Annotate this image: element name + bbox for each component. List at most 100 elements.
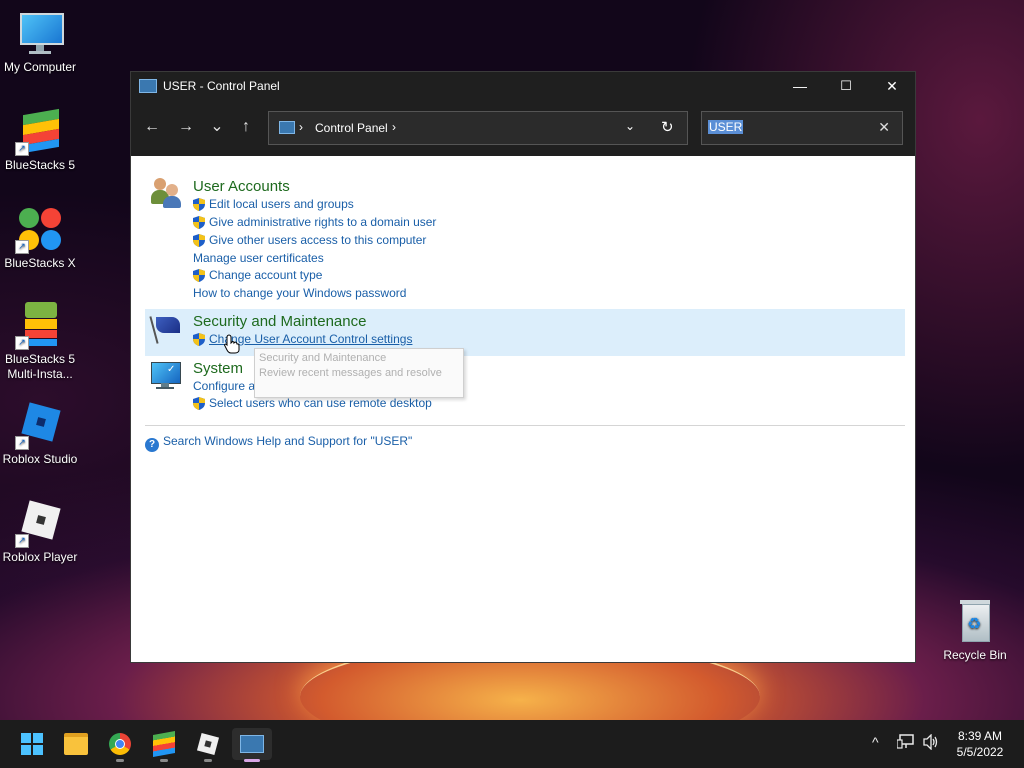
taskbar-control-panel[interactable]	[232, 728, 272, 762]
bluestacks-multi-icon: ↗	[15, 302, 63, 350]
desktop-icon-recycle-bin[interactable]: ♻ Recycle Bin	[935, 598, 1015, 663]
link-change-windows-password[interactable]: How to change your Windows password	[193, 286, 406, 300]
uac-shield-icon	[193, 333, 205, 346]
taskbar-bluestacks[interactable]	[144, 728, 184, 762]
volume-icon[interactable]	[922, 733, 940, 753]
tooltip-title: Security and Maintenance	[259, 352, 387, 364]
desktop-icon-bluestacks-x[interactable]: ↗ BlueStacks X	[0, 206, 80, 271]
desktop-icon-label: My Computer	[3, 60, 77, 74]
tooltip: Security and Maintenance Review recent m…	[254, 348, 464, 398]
taskbar-roblox[interactable]	[188, 728, 228, 762]
link-text[interactable]: Change account type	[209, 268, 322, 282]
help-icon: ?	[145, 438, 159, 452]
file-explorer-icon	[64, 733, 88, 755]
breadcrumb-control-panel[interactable]: Control Panel	[315, 121, 388, 135]
running-indicator	[160, 759, 168, 762]
recent-locations-button[interactable]: ⌄	[206, 116, 228, 138]
desktop-icon-bluestacks-5[interactable]: ↗ BlueStacks 5	[0, 108, 80, 173]
desktop-icon-label: Recycle Bin	[943, 648, 1007, 662]
shortcut-arrow-icon: ↗	[15, 142, 29, 156]
help-link-text[interactable]: Search Windows Help and Support for "USE…	[163, 434, 412, 448]
desktop-icon-label: Roblox Player	[2, 550, 78, 564]
link-text[interactable]: Select users who can use remote desktop	[209, 396, 432, 410]
network-icon[interactable]	[896, 734, 915, 753]
minimize-button[interactable]: —	[777, 72, 823, 100]
security-flag-icon	[149, 314, 183, 344]
uac-shield-icon	[193, 269, 205, 282]
desktop-icon-my-computer[interactable]: My Computer	[0, 10, 80, 75]
desktop-icon-bluestacks-multi[interactable]: ↗ BlueStacks 5 Multi-Insta...	[0, 302, 80, 382]
search-box[interactable]: USER ✕	[701, 111, 903, 145]
uac-shield-icon	[193, 397, 205, 410]
taskbar-chrome[interactable]	[100, 728, 140, 762]
clear-search-icon[interactable]: ✕	[878, 119, 890, 136]
running-indicator	[116, 759, 124, 762]
link-change-account-type[interactable]: Change account type	[193, 268, 322, 282]
user-accounts-icon	[151, 178, 181, 208]
desktop-icon-label: BlueStacks 5 Multi-Insta...	[4, 352, 76, 381]
desktop-icon-label: Roblox Studio	[2, 452, 78, 466]
link-text[interactable]: Give other users access to this computer	[209, 233, 426, 247]
clock-date: 5/5/2022	[956, 745, 1004, 759]
window-title: USER - Control Panel	[163, 79, 280, 93]
start-button[interactable]	[12, 728, 52, 760]
tooltip-text: Review recent messages and resolve	[259, 367, 442, 379]
shortcut-arrow-icon: ↗	[15, 240, 29, 254]
show-hidden-icons-button[interactable]: ^	[872, 734, 879, 750]
search-input[interactable]: USER	[708, 120, 744, 134]
link-select-remote-desktop-users[interactable]: Select users who can use remote desktop	[193, 396, 432, 410]
group-heading-system[interactable]: System	[193, 360, 243, 377]
bluestacks-icon	[153, 731, 175, 757]
shortcut-arrow-icon: ↗	[15, 436, 29, 450]
breadcrumb-separator: ›	[299, 120, 303, 134]
control-panel-icon	[139, 79, 157, 93]
help-search-link[interactable]: ? Search Windows Help and Support for "US…	[145, 434, 412, 452]
link-manage-user-certificates[interactable]: Manage user certificates	[193, 251, 324, 265]
back-button[interactable]: ←	[141, 116, 163, 138]
title-bar[interactable]: USER - Control Panel — ☐ ✕	[131, 72, 915, 100]
active-indicator	[244, 759, 260, 762]
group-heading-user-accounts[interactable]: User Accounts	[193, 178, 290, 195]
clock-time: 8:39 AM	[957, 729, 1003, 743]
link-text[interactable]: Edit local users and groups	[209, 197, 354, 211]
system-icon: ✓	[151, 362, 181, 390]
start-icon	[21, 733, 43, 755]
close-button[interactable]: ✕	[869, 72, 915, 100]
link-give-admin-rights[interactable]: Give administrative rights to a domain u…	[193, 215, 436, 229]
running-indicator	[204, 759, 212, 762]
hand-cursor-icon	[224, 334, 240, 359]
bluestacks-x-icon: ↗	[15, 206, 63, 254]
monitor-icon	[17, 10, 64, 56]
shortcut-arrow-icon: ↗	[15, 336, 29, 350]
results-pane: User Accounts Edit local users and group…	[131, 156, 915, 662]
address-bar[interactable]: › Control Panel › ⌄ ↻	[268, 111, 688, 145]
desktop-icon-roblox-studio[interactable]: ↗ Roblox Studio	[0, 402, 80, 467]
recycle-bin-icon: ♻	[952, 598, 998, 644]
taskbar-file-explorer[interactable]	[56, 728, 96, 760]
link-edit-local-users[interactable]: Edit local users and groups	[193, 197, 354, 211]
link-text[interactable]: Give administrative rights to a domain u…	[209, 215, 436, 229]
forward-button[interactable]: →	[175, 116, 197, 138]
bluestacks-icon: ↗	[15, 108, 63, 156]
taskbar: ^ 8:39 AM 5/5/2022	[0, 720, 1024, 768]
clock[interactable]: 8:39 AM 5/5/2022	[940, 728, 1020, 760]
maximize-button[interactable]: ☐	[823, 72, 869, 100]
control-panel-icon	[279, 121, 295, 134]
shortcut-arrow-icon: ↗	[15, 534, 29, 548]
uac-shield-icon	[193, 198, 205, 211]
roblox-player-icon: ↗	[15, 500, 63, 548]
group-heading-security-maintenance[interactable]: Security and Maintenance	[193, 313, 366, 330]
up-button[interactable]: ↑	[235, 116, 257, 138]
desktop-icon-roblox-player[interactable]: ↗ Roblox Player	[0, 500, 80, 565]
desktop-icon-label: BlueStacks 5	[4, 158, 76, 172]
link-give-other-users-access[interactable]: Give other users access to this computer	[193, 233, 426, 247]
uac-shield-icon	[193, 234, 205, 247]
uac-shield-icon	[193, 216, 205, 229]
address-dropdown-icon[interactable]: ⌄	[625, 119, 635, 133]
roblox-icon	[196, 732, 220, 756]
navigation-bar: ← → ⌄ ↑ › Control Panel › ⌄ ↻ USER ✕	[131, 100, 915, 156]
control-panel-icon	[240, 735, 264, 753]
breadcrumb-separator[interactable]: ›	[392, 120, 396, 134]
refresh-icon[interactable]: ↻	[661, 118, 674, 136]
control-panel-window: USER - Control Panel — ☐ ✕ ← → ⌄ ↑ › Con…	[130, 71, 916, 663]
